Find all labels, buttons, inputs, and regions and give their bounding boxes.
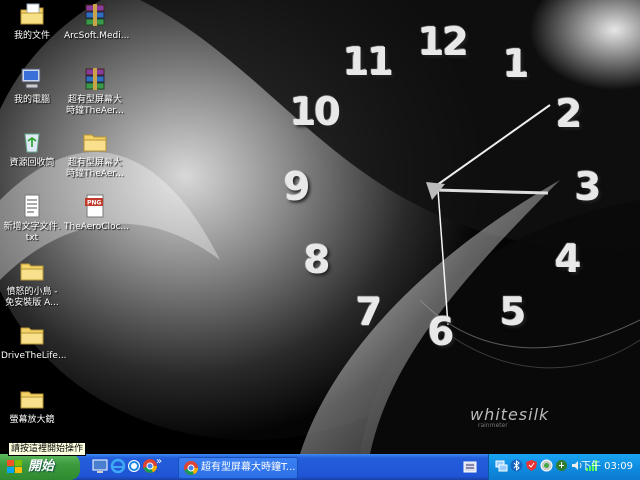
desktop-icon-label: TheAeroCloc... (64, 222, 130, 232)
clock-numeral-5: 5 (500, 290, 526, 334)
clock-numeral-11: 11 (343, 40, 394, 84)
folder-icon (20, 391, 44, 409)
network-icon[interactable] (495, 459, 508, 472)
desktop-icon-recycle-bin[interactable]: 資源回收筒 (1, 129, 63, 169)
clock-numeral-10: 10 (290, 90, 341, 134)
desktop-icon-arcsoft[interactable]: ArcSoft.Medi... (64, 2, 130, 42)
desktop-icon-label: 資源回收筒 (9, 158, 55, 168)
desktop-icon-drivethelife[interactable]: DriveTheLife... (1, 322, 67, 362)
desktop-icon-aeroclock-rar[interactable]: 超有型屏幕大 時鐘TheAer... (64, 66, 126, 117)
minute-hand (429, 104, 551, 191)
desktop-icon-label: 我的文件 (13, 31, 50, 41)
quick-launch-chevron[interactable]: » (156, 456, 162, 467)
desktop-icon-label: 新增文字文件. txt (3, 222, 61, 243)
clock-numeral-9: 9 (284, 165, 310, 209)
desktop-icon-angry-birds[interactable]: 憤怒的小鳥 - 免安裝版 A... (1, 258, 63, 309)
ie-alt-icon[interactable] (126, 458, 142, 474)
desktop-icon-screen-magnifier[interactable]: 螢幕放大鏡 (1, 386, 63, 426)
folder-icon (83, 134, 107, 152)
folder-icon (20, 327, 44, 345)
taskbar: 開始 » 超有型屏幕大時鐘T... 下午 03:09 (0, 454, 640, 480)
taskbar-button-aeroclock[interactable]: 超有型屏幕大時鐘T... (178, 457, 298, 479)
antivirus-icon[interactable] (540, 459, 553, 472)
start-button[interactable]: 開始 (0, 454, 80, 480)
recycle-bin-icon (24, 133, 40, 153)
clock-numeral-8: 8 (304, 238, 330, 282)
clock-numeral-3: 3 (575, 165, 601, 209)
clock-numeral-2: 2 (556, 92, 582, 136)
bluetooth-icon[interactable] (510, 459, 523, 472)
security-icon[interactable] (525, 459, 538, 472)
language-bar-icon[interactable] (462, 459, 478, 475)
desktop-icon-label: 超有型屏幕大 時鐘TheAer... (66, 158, 124, 179)
clock-brand-sub: rainmeter (478, 422, 508, 429)
internet-explorer-icon[interactable] (110, 458, 126, 474)
taskbar-button-label: 超有型屏幕大時鐘T... (201, 462, 296, 473)
clock-numeral-1: 1 (503, 42, 529, 86)
png-file-icon: PNG (85, 194, 104, 218)
show-desktop-icon[interactable] (92, 458, 108, 474)
desktop-icon-label: 螢幕放大鏡 (9, 415, 55, 425)
clock-numeral-4: 4 (555, 237, 581, 281)
desktop-icon-my-documents[interactable]: 我的文件 (1, 2, 63, 42)
desktop-icon-text-file[interactable]: 新增文字文件. txt (1, 193, 63, 244)
svg-text:PNG: PNG (87, 200, 101, 207)
second-hand (437, 189, 449, 326)
text-file-icon (24, 194, 40, 218)
taskbar-clock[interactable]: 下午 03:09 (581, 454, 633, 480)
system-tray: 下午 03:09 (488, 454, 640, 480)
hour-hand (434, 188, 549, 195)
desktop: 12 1 2 3 4 5 6 7 8 9 10 11 whitesilk rai… (0, 0, 640, 454)
update-icon[interactable] (555, 459, 568, 472)
chrome-icon (184, 461, 198, 475)
desktop-icon-aeroclock-folder[interactable]: 超有型屏幕大 時鐘TheAer... (64, 129, 126, 180)
desktop-icon-label: 憤怒的小鳥 - 免安裝版 A... (5, 287, 59, 308)
my-computer-icon (21, 68, 41, 89)
start-tooltip: 請按這裡開始操作 (8, 442, 87, 456)
desktop-icon-label: ArcSoft.Medi... (64, 31, 130, 41)
clock-numeral-6: 6 (428, 310, 454, 354)
desktop-icon-aeroclock-png[interactable]: PNG TheAeroCloc... (64, 193, 130, 233)
folder-icon (20, 263, 44, 281)
desktop-icon-label: 我的電腦 (13, 95, 50, 105)
desktop-icon-label: 超有型屏幕大 時鐘TheAer... (66, 95, 124, 116)
winrar-archive-icon (85, 68, 105, 90)
start-label: 開始 (28, 459, 55, 474)
clock-numeral-12: 12 (418, 20, 469, 64)
windows-flag-icon (7, 460, 22, 473)
winrar-archive-icon (85, 4, 105, 26)
desktop-icon-label: DriveTheLife... (1, 351, 67, 361)
clock-numeral-7: 7 (356, 290, 382, 334)
desktop-icon-my-computer[interactable]: 我的電腦 (1, 66, 63, 106)
my-documents-icon (20, 3, 44, 25)
